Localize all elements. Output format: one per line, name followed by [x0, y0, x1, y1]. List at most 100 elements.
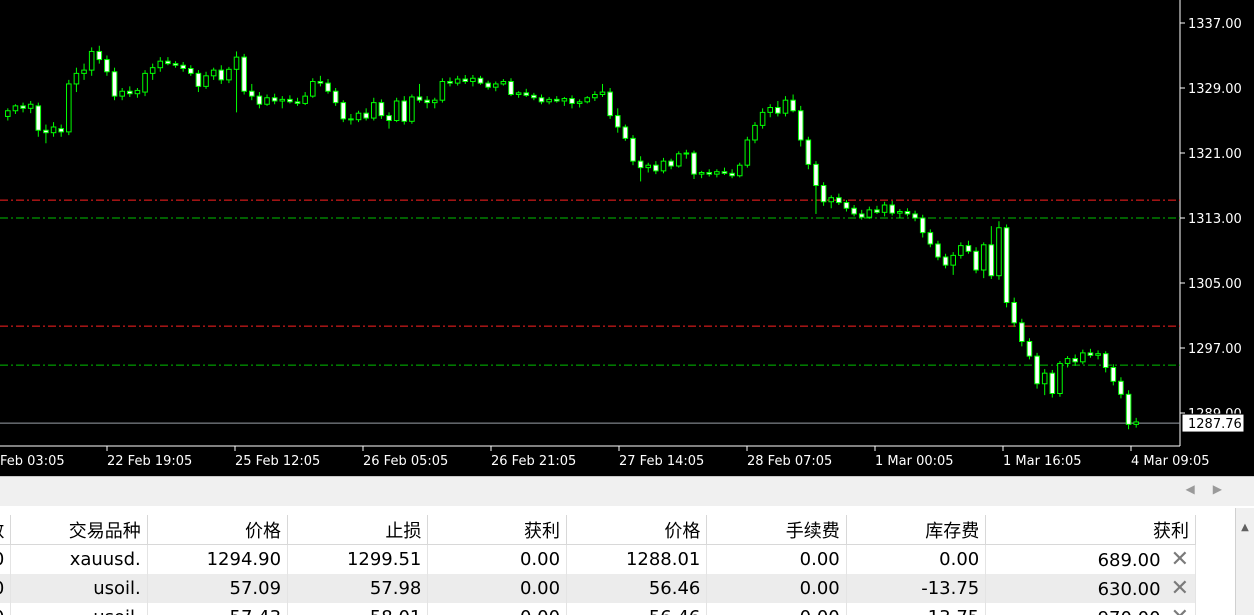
close-position-icon[interactable]: ✕	[1161, 576, 1189, 601]
candle-body-bear	[20, 105, 26, 109]
candle-body-bull	[1133, 421, 1139, 425]
candle-body-bear	[447, 81, 453, 84]
price-axis-label: 1297.00	[1188, 342, 1242, 357]
col-open-price[interactable]: 价格	[147, 515, 289, 545]
cell-swap: -13.75	[846, 603, 987, 615]
candle-body-bull	[264, 97, 270, 105]
time-axis-label: 22 Feb 19:05	[107, 454, 192, 469]
candle-body-bear	[1125, 393, 1132, 425]
candle-body-bull	[355, 112, 362, 121]
price-chart[interactable]: 1337.00 1329.00 1321.00 1313.00 1305.00 1297.…	[0, 0, 1254, 476]
cell-take-profit: 0.00	[427, 574, 568, 603]
candle-body-bear	[965, 245, 972, 252]
close-position-icon[interactable]: ✕	[1161, 605, 1189, 615]
candle-body-bear	[1072, 358, 1078, 363]
scroll-arrows[interactable]: ◀▶	[1186, 482, 1240, 496]
cell-current-price: 56.46	[566, 574, 708, 603]
candle-body-bear	[401, 100, 408, 122]
candle-body-bear	[721, 171, 728, 174]
candle-body-bear	[1034, 355, 1040, 385]
table-row[interactable]: 00xauusd.1294.901299.510.001288.010.000.…	[0, 544, 1196, 574]
candle-body-bear	[637, 160, 644, 169]
candle-body-bear	[790, 99, 796, 112]
candle-body-bear	[935, 243, 941, 258]
candle-body-bear	[485, 82, 491, 88]
candle-body-bull	[203, 75, 209, 87]
candle-body-bull	[767, 107, 774, 113]
candle-body-bull	[950, 254, 956, 266]
candle-body-bear	[942, 256, 949, 266]
candle-body-bear	[462, 78, 469, 82]
cell-stop-loss: 57.98	[287, 574, 429, 603]
candle-body-bear	[340, 102, 347, 120]
candle-body-bull	[88, 50, 95, 71]
candle-body-bull	[744, 139, 751, 166]
terminal-scrollbar[interactable]: ▲	[1235, 508, 1254, 615]
candle-body-bear	[325, 82, 331, 92]
candle-body-bear	[104, 59, 110, 73]
candle-body-bull	[782, 99, 789, 114]
cell-commission: 0.00	[706, 544, 847, 574]
cell-symbol: usoil.	[10, 574, 148, 603]
candle-body-bull	[309, 81, 316, 97]
candle-body-bear	[805, 139, 812, 165]
candle-body-bull	[1041, 372, 1048, 385]
candle-body-bull	[881, 204, 888, 213]
candle-body-bear	[332, 90, 339, 104]
candle-body-bull	[897, 211, 903, 214]
time-axis-label: 4 Mar 09:05	[1131, 454, 1210, 469]
candle-body-bear	[43, 129, 49, 134]
candle-body-bear	[424, 99, 430, 104]
candle-body-bull	[996, 227, 1002, 277]
candle-body-bear	[96, 50, 103, 61]
col-swap[interactable]: 库存费	[846, 515, 987, 545]
col-take-profit[interactable]: 获利	[427, 515, 568, 545]
candle-body-bull	[134, 89, 141, 95]
candle-body-bull	[1080, 352, 1086, 363]
candle-body-bear	[477, 77, 484, 84]
candle-body-bull	[958, 245, 964, 256]
candle-body-bull	[1057, 362, 1063, 394]
candle-body-bull	[752, 124, 758, 141]
cell-swap: -13.75	[846, 574, 987, 603]
candle-body-bear	[851, 207, 857, 215]
candle-body-bull	[515, 92, 522, 95]
col-stop-loss[interactable]: 止损	[287, 515, 429, 545]
cell-symbol: usoil.	[10, 603, 148, 615]
candle-body-bear	[1102, 353, 1109, 368]
table-header-row: 数 交易品种 价格 止损 获利 价格 手续费 库存费 获利	[0, 515, 1196, 545]
cell-stop-loss: 58.01	[287, 603, 429, 615]
candle-body-bull	[50, 126, 57, 134]
candle-body-bear	[180, 64, 186, 69]
candle-body-bear	[729, 172, 735, 177]
candle-body-bull	[279, 98, 286, 102]
candle-body-bull	[233, 56, 240, 70]
col-commission[interactable]: 手续费	[706, 515, 847, 545]
candle-body-bear	[538, 97, 545, 103]
table-row[interactable]: 00usoil.57.4358.010.0056.460.00-13.75970…	[0, 603, 1196, 615]
candle-body-bull	[142, 72, 148, 93]
candle-body-bear	[165, 60, 171, 65]
close-position-icon[interactable]: ✕	[1161, 547, 1189, 572]
candle-body-bear	[317, 81, 324, 84]
trade-terminal: 数 交易品种 价格 止损 获利 价格 手续费 库存费 获利 00xauusd.1…	[0, 506, 1254, 615]
candle-body-bull	[27, 103, 34, 109]
scroll-up-icon[interactable]: ▲	[1236, 522, 1254, 533]
candle-body-bear	[1110, 367, 1117, 382]
candle-body-bear	[569, 98, 575, 104]
time-axis-label: 1 Mar 16:05	[1003, 454, 1082, 469]
col-current-price[interactable]: 价格	[566, 515, 708, 545]
price-axis-label: 1321.00	[1188, 147, 1242, 162]
candle-body-bear	[813, 163, 819, 186]
candle-body-bear	[127, 90, 133, 95]
col-symbol[interactable]: 交易品种	[10, 515, 148, 545]
col-lots[interactable]: 数	[0, 515, 12, 545]
table-row[interactable]: 00usoil.57.0957.980.0056.460.00-13.75630…	[0, 574, 1196, 603]
price-axis-label: 1337.00	[1188, 17, 1242, 32]
positions-table: 数 交易品种 价格 止损 获利 价格 手续费 库存费 获利 00xauusd.1…	[0, 515, 1196, 615]
cell-take-profit: 0.00	[427, 544, 568, 574]
candle-body-bear	[1026, 341, 1033, 357]
candle-body-bear	[294, 101, 301, 104]
col-profit[interactable]: 获利	[985, 515, 1196, 545]
current-price-label: 1287.76	[1188, 417, 1242, 432]
